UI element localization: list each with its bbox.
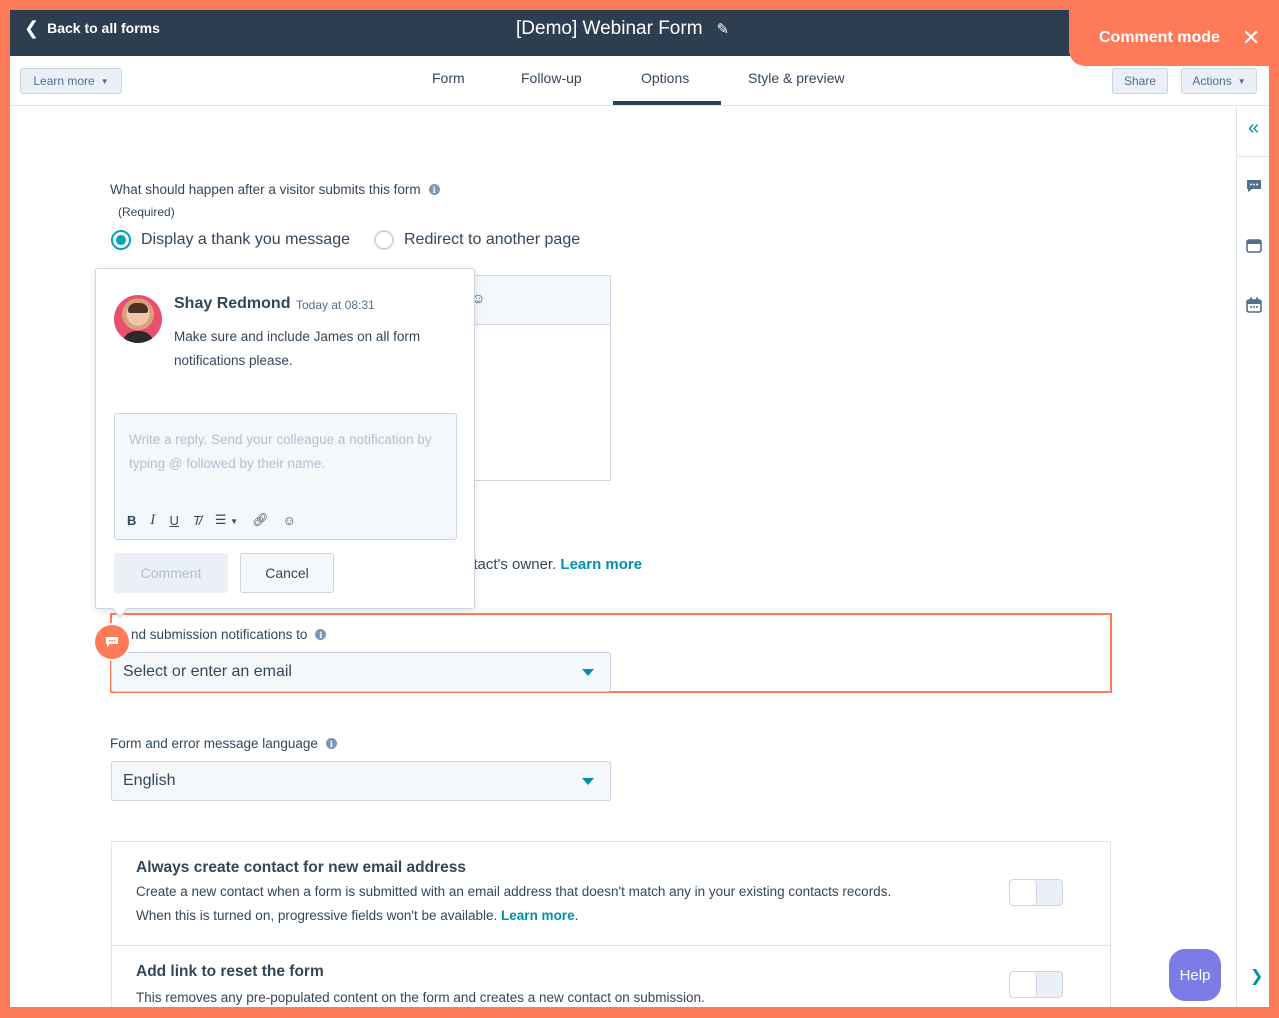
reply-input[interactable]: Write a reply. Send your colleague a not… xyxy=(114,413,457,540)
tab-style-preview[interactable]: Style & preview xyxy=(748,70,844,86)
always-create-toggle[interactable] xyxy=(1009,879,1063,906)
chevron-left-icon: ❮ xyxy=(24,18,40,38)
reply-placeholder: Write a reply. Send your colleague a not… xyxy=(129,432,432,471)
language-label-text: Form and error message language xyxy=(110,736,318,751)
radio-thank-you-label: Display a thank you message xyxy=(141,231,350,248)
info-icon[interactable]: i xyxy=(428,184,440,195)
browser-window-icon[interactable] xyxy=(1237,239,1269,258)
always-create-contact-row: Always create contact for new email addr… xyxy=(112,842,1110,946)
popover-tail-inner xyxy=(112,607,128,616)
tab-form[interactable]: Form xyxy=(432,70,465,86)
share-button[interactable]: Share xyxy=(1112,68,1168,94)
clear-format-icon[interactable]: T̸ xyxy=(193,513,201,528)
required-label: (Required) xyxy=(118,205,175,219)
reset-link-toggle[interactable] xyxy=(1009,971,1063,998)
dropdown-arrow-icon xyxy=(582,778,594,785)
caret-down-icon: ▼ xyxy=(1237,76,1246,86)
actions-dropdown[interactable]: Actions ▼ xyxy=(1181,68,1257,94)
owner-learn-more-link[interactable]: Learn more xyxy=(560,556,642,573)
comment-icon[interactable] xyxy=(1237,179,1269,198)
info-icon[interactable]: i xyxy=(315,629,327,640)
learn-more-label: Learn more xyxy=(33,74,95,88)
always-create-desc: Create a new contact when a form is subm… xyxy=(136,884,892,923)
notifications-label-text: nd submission notifications to xyxy=(131,627,308,642)
after-submit-label: What should happen after a visitor submi… xyxy=(110,182,440,197)
chevron-right-icon[interactable]: ❯ xyxy=(1250,966,1263,986)
comment-pin-icon[interactable] xyxy=(95,625,129,659)
info-icon[interactable]: i xyxy=(325,738,337,749)
comment-button[interactable]: Comment xyxy=(114,553,228,593)
calendar-icon[interactable] xyxy=(1237,297,1269,318)
reset-desc: This removes any pre-populated content o… xyxy=(136,990,705,1005)
back-link-label: Back to all forms xyxy=(47,20,160,36)
radio-thank-you-message[interactable]: Display a thank you message xyxy=(111,230,350,250)
back-to-all-forms-link[interactable]: ❮ Back to all forms xyxy=(24,19,160,37)
share-label: Share xyxy=(1123,74,1157,88)
settings-card: Always create contact for new email addr… xyxy=(111,841,1111,1007)
reset-link-row: Add link to reset the form This removes … xyxy=(112,946,1110,1007)
radio-unchecked-icon xyxy=(374,230,394,250)
language-value: English xyxy=(123,772,176,789)
dropdown-arrow-icon xyxy=(582,669,594,676)
learn-more-dropdown[interactable]: Learn more ▼ xyxy=(20,68,122,94)
underline-icon[interactable]: U xyxy=(170,513,179,528)
list-icon[interactable]: ☰ ▼ xyxy=(215,512,238,528)
pencil-icon[interactable]: ✎ xyxy=(717,20,730,38)
tab-follow-up[interactable]: Follow-up xyxy=(521,70,582,86)
always-create-learn-more-link[interactable]: Learn more xyxy=(501,908,575,923)
notifications-placeholder: Select or enter an email xyxy=(123,663,292,680)
reset-title: Add link to reset the form xyxy=(136,963,324,980)
actions-label: Actions xyxy=(1192,74,1232,88)
emoji-icon[interactable]: ☺ xyxy=(283,513,296,528)
caret-down-icon: ▼ xyxy=(100,76,109,86)
link-icon[interactable]: 🔗︎ xyxy=(252,512,269,528)
help-button[interactable]: Help xyxy=(1169,949,1221,1001)
caret-down-icon: ▼ xyxy=(230,517,239,526)
contact-owner-text: ntact's owner. Learn more xyxy=(465,556,642,573)
owner-text-fragment: ntact's owner. xyxy=(465,556,557,573)
always-create-title: Always create contact for new email addr… xyxy=(136,859,466,876)
form-title-text: [Demo] Webinar Form xyxy=(516,18,703,39)
close-icon[interactable]: ✕ xyxy=(1242,25,1260,51)
language-select[interactable]: English xyxy=(111,761,611,801)
right-rail: « xyxy=(1236,107,1269,1007)
active-tab-indicator xyxy=(613,101,721,105)
tab-options[interactable]: Options xyxy=(641,70,689,86)
double-chevron-left-icon[interactable]: « xyxy=(1237,117,1269,157)
comment-timestamp: Today at 08:31 xyxy=(296,298,375,312)
reply-toolbar: B I U T̸ ☰ ▼ 🔗︎ ☺ xyxy=(127,512,296,528)
notifications-email-select[interactable]: Select or enter an email xyxy=(111,652,611,692)
comment-body: Make sure and include James on all form … xyxy=(174,329,421,368)
after-submit-label-text: What should happen after a visitor submi… xyxy=(110,182,421,197)
cancel-button[interactable]: Cancel xyxy=(240,553,334,593)
app-frame: ❮ Back to all forms [Demo] Webinar Form … xyxy=(10,10,1269,1007)
italic-icon[interactable]: I xyxy=(150,513,155,528)
notifications-label: nd submission notifications to i xyxy=(131,627,327,642)
comment-mode-banner: Comment mode ✕ xyxy=(1069,10,1269,66)
avatar xyxy=(114,295,162,343)
language-label: Form and error message language i xyxy=(110,736,337,751)
comment-author: Shay Redmond xyxy=(174,295,291,312)
radio-redirect-page[interactable]: Redirect to another page xyxy=(374,230,580,250)
bold-icon[interactable]: B xyxy=(127,513,136,528)
comment-mode-label: Comment mode xyxy=(1099,29,1220,46)
radio-checked-icon xyxy=(111,230,131,250)
radio-redirect-label: Redirect to another page xyxy=(404,231,581,248)
form-title: [Demo] Webinar Form ✎ xyxy=(516,18,729,40)
comment-popover: Shay Redmond Today at 08:31 Make sure an… xyxy=(95,268,475,609)
